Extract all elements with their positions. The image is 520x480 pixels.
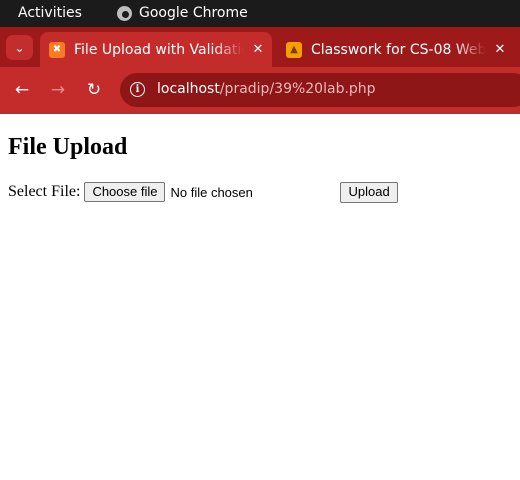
file-status-text: No file chosen	[170, 184, 253, 200]
tab-file-upload[interactable]: ✖ File Upload with Validation ✕	[40, 32, 272, 67]
site-info-icon[interactable]: i	[130, 82, 145, 97]
browser-toolbar: ← → ↻ i localhost/pradip/39%20lab.php	[0, 67, 520, 112]
chevron-down-icon: ⌄	[14, 40, 25, 55]
app-menu[interactable]: Google Chrome	[117, 5, 248, 21]
reload-icon: ↻	[86, 80, 102, 100]
tab-title: File Upload with Validation	[74, 41, 244, 58]
google-classroom-icon: ▲	[286, 41, 302, 58]
app-name: Google Chrome	[139, 5, 248, 21]
address-bar[interactable]: i localhost/pradip/39%20lab.php	[120, 73, 520, 107]
forward-button[interactable]: →	[47, 79, 69, 101]
xampp-icon: ✖	[49, 41, 65, 58]
close-icon[interactable]: ✕	[244, 42, 272, 57]
reload-button[interactable]: ↻	[83, 79, 105, 101]
url-text[interactable]: localhost/pradip/39%20lab.php	[157, 81, 376, 97]
activities-button[interactable]: Activities	[18, 5, 82, 21]
back-button[interactable]: ←	[11, 79, 33, 101]
chrome-icon	[117, 5, 132, 21]
close-icon[interactable]: ✕	[486, 42, 514, 57]
arrow-left-icon: ←	[14, 80, 30, 100]
upload-button[interactable]: Upload	[340, 181, 398, 203]
tab-classwork[interactable]: ▲ Classwork for CS-08 Web ✕	[276, 32, 514, 67]
arrow-right-icon: →	[50, 80, 66, 100]
system-top-bar: Activities Google Chrome	[0, 0, 520, 27]
url-host: localhost	[157, 81, 220, 97]
choose-file-button[interactable]: Choose file	[84, 182, 166, 202]
select-file-label: Select File:	[8, 183, 81, 200]
upload-form: Select File: Choose file No file chosen …	[8, 181, 398, 203]
tab-strip: ⌄ ✖ File Upload with Validation ✕ ▲ Clas…	[0, 27, 520, 83]
tab-search-button[interactable]: ⌄	[6, 35, 33, 60]
url-path: /pradip/39%20lab.php	[219, 81, 376, 97]
tab-title: Classwork for CS-08 Web	[311, 41, 486, 58]
page-title: File Upload	[8, 134, 128, 160]
page-content: File Upload Select File: Choose file No …	[0, 114, 520, 480]
